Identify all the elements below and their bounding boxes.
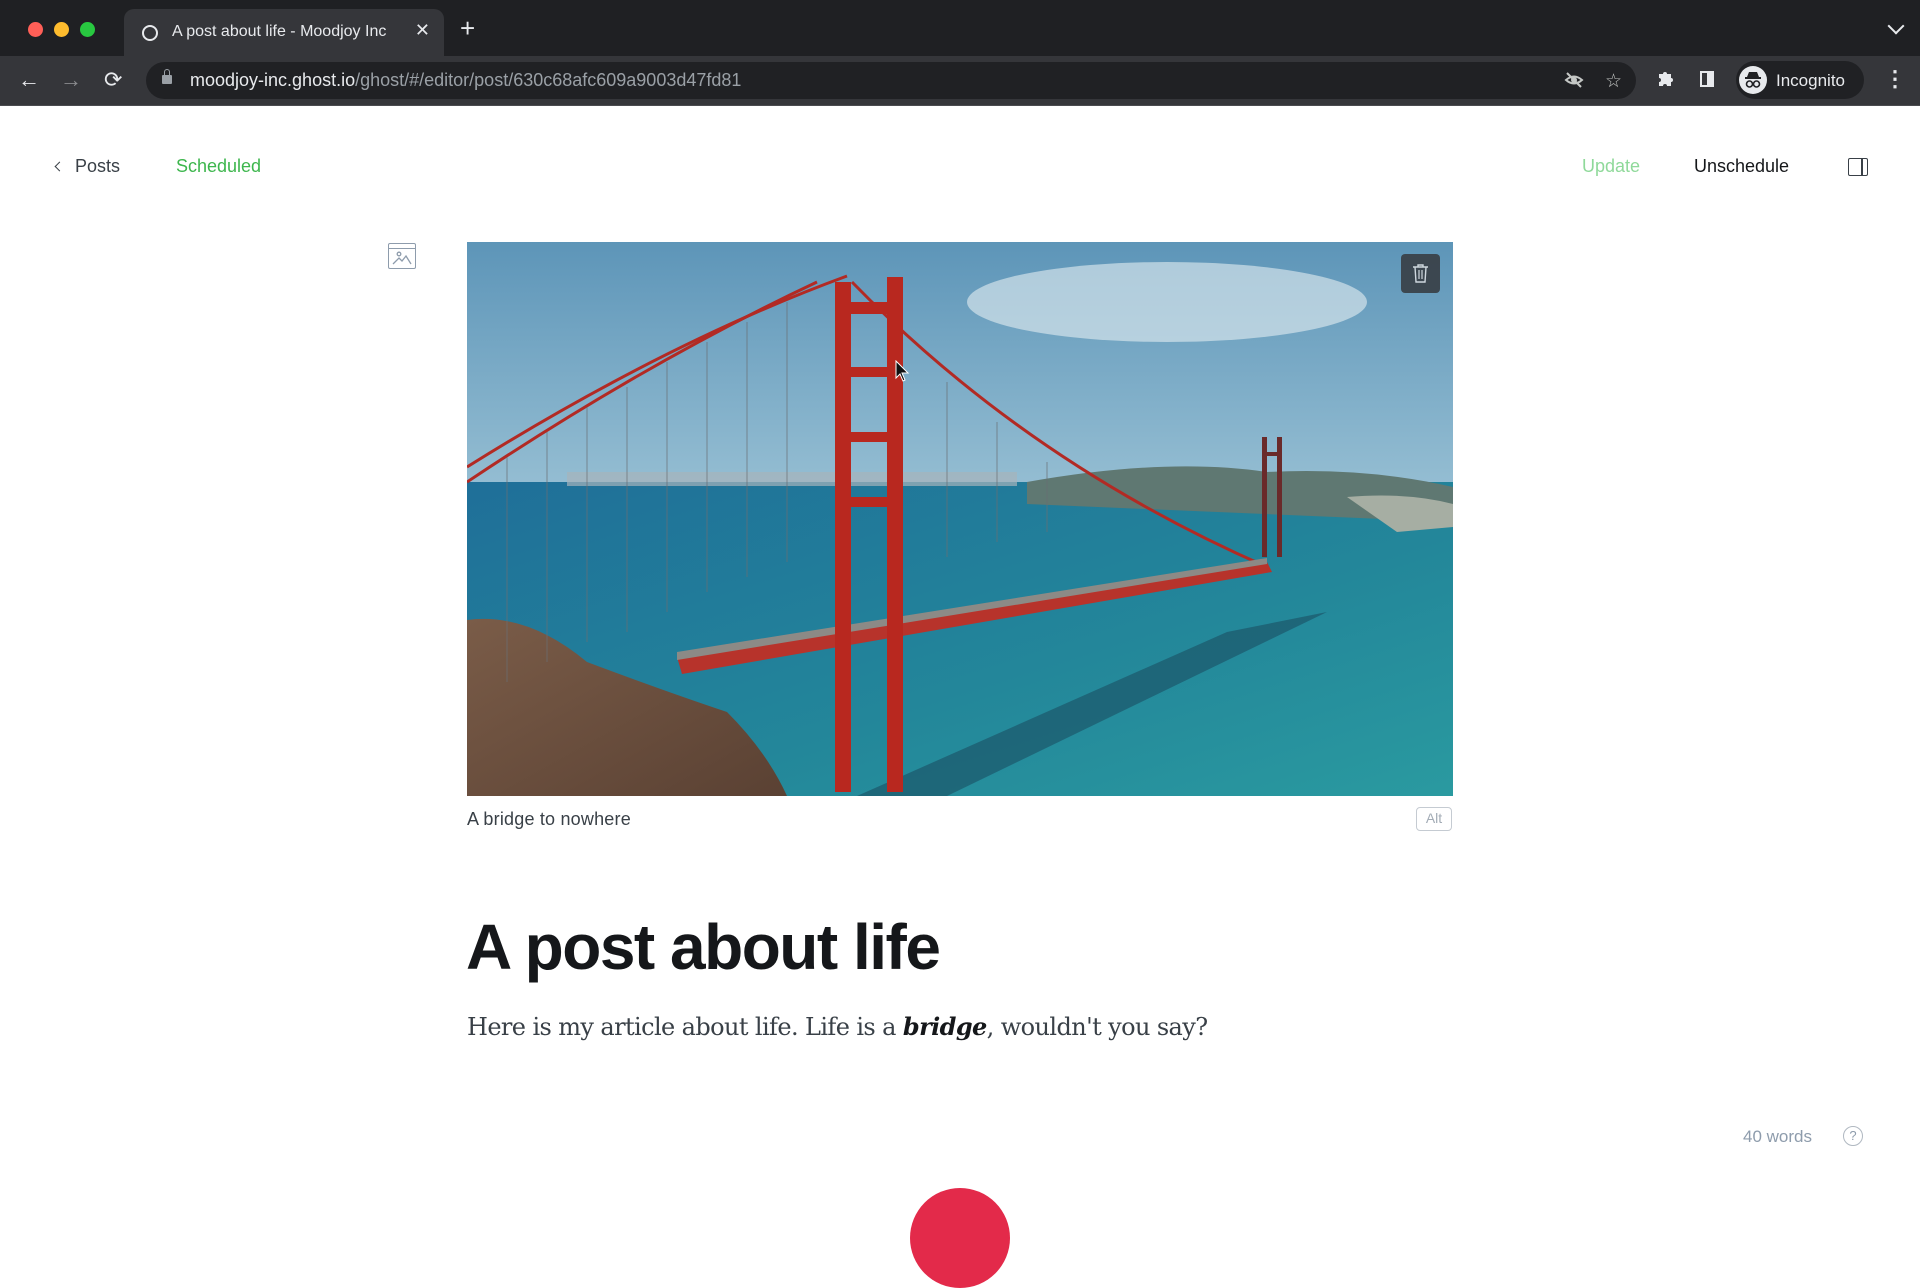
mouse-cursor-icon (895, 360, 910, 382)
extensions-puzzle-icon[interactable] (1656, 68, 1676, 94)
body-text-before: Here is my article about life. Life is a (467, 1013, 903, 1041)
post-status-badge: Scheduled (176, 156, 262, 176)
window-close-button[interactable] (28, 22, 43, 37)
reload-icon[interactable]: ⟳ (104, 66, 122, 94)
window-maximize-button[interactable] (80, 22, 95, 37)
post-body-editor[interactable]: Here is my article about life. Life is a… (467, 1012, 1208, 1041)
incognito-label: Incognito (1776, 71, 1845, 90)
feature-image-icon[interactable] (388, 243, 416, 269)
url-text[interactable]: moodjoy-inc.ghost.io/ghost/#/editor/post… (190, 70, 741, 91)
window-minimize-button[interactable] (54, 22, 69, 37)
incognito-icon (1739, 66, 1767, 94)
url-path: /ghost/#/editor/post/630c68afc609a9003d4… (355, 70, 742, 90)
bookmark-star-icon[interactable]: ☆ (1605, 70, 1622, 93)
image-caption-input[interactable]: A bridge to nowhere (467, 809, 631, 830)
browser-tab-strip: A post about life - Moodjoy Inc ✕ + (0, 0, 1920, 56)
back-arrow-icon[interactable]: ← (18, 66, 40, 94)
side-panel-icon[interactable] (1700, 71, 1714, 87)
incognito-profile-button[interactable]: Incognito (1736, 61, 1864, 99)
post-settings-toggle-icon[interactable] (1848, 158, 1868, 176)
update-button[interactable]: Update (1582, 156, 1640, 177)
tab-search-chevron-icon[interactable] (1887, 17, 1905, 35)
post-title-input[interactable]: A post about life (466, 910, 941, 984)
word-count: 40 words (1743, 1127, 1812, 1146)
alt-text-button[interactable]: Alt (1416, 807, 1452, 831)
url-host: moodjoy-inc.ghost.io (190, 70, 356, 90)
chevron-left-icon (54, 161, 65, 172)
unschedule-button[interactable]: Unschedule (1694, 156, 1789, 177)
lock-icon[interactable] (162, 69, 172, 84)
ghost-favicon-icon (142, 25, 158, 41)
back-to-posts-label: Posts (75, 156, 121, 176)
delete-image-button[interactable] (1401, 254, 1440, 293)
new-tab-button[interactable]: + (460, 15, 475, 41)
trash-icon (1413, 264, 1428, 283)
browser-tab-active[interactable]: A post about life - Moodjoy Inc ✕ (124, 9, 444, 56)
help-icon[interactable]: ? (1843, 1126, 1863, 1146)
browser-toolbar: ← → ⟳ moodjoy-inc.ghost.io/ghost/#/edito… (0, 56, 1920, 106)
body-text-emphasis: bridge (902, 1012, 987, 1041)
address-bar[interactable]: moodjoy-inc.ghost.io/ghost/#/editor/post… (146, 62, 1636, 99)
body-text-after: , wouldn't you say? (986, 1013, 1208, 1041)
tab-title: A post about life - Moodjoy Inc (172, 23, 387, 40)
back-to-posts-link[interactable]: Posts (54, 156, 121, 177)
eye-off-icon[interactable] (1564, 70, 1584, 96)
browser-menu-icon[interactable]: ⋮ (1884, 66, 1906, 92)
close-tab-icon[interactable]: ✕ (415, 20, 430, 41)
feature-image[interactable] (467, 242, 1453, 796)
bottom-floating-badge[interactable] (910, 1188, 1010, 1288)
forward-arrow-icon[interactable]: → (60, 66, 82, 94)
